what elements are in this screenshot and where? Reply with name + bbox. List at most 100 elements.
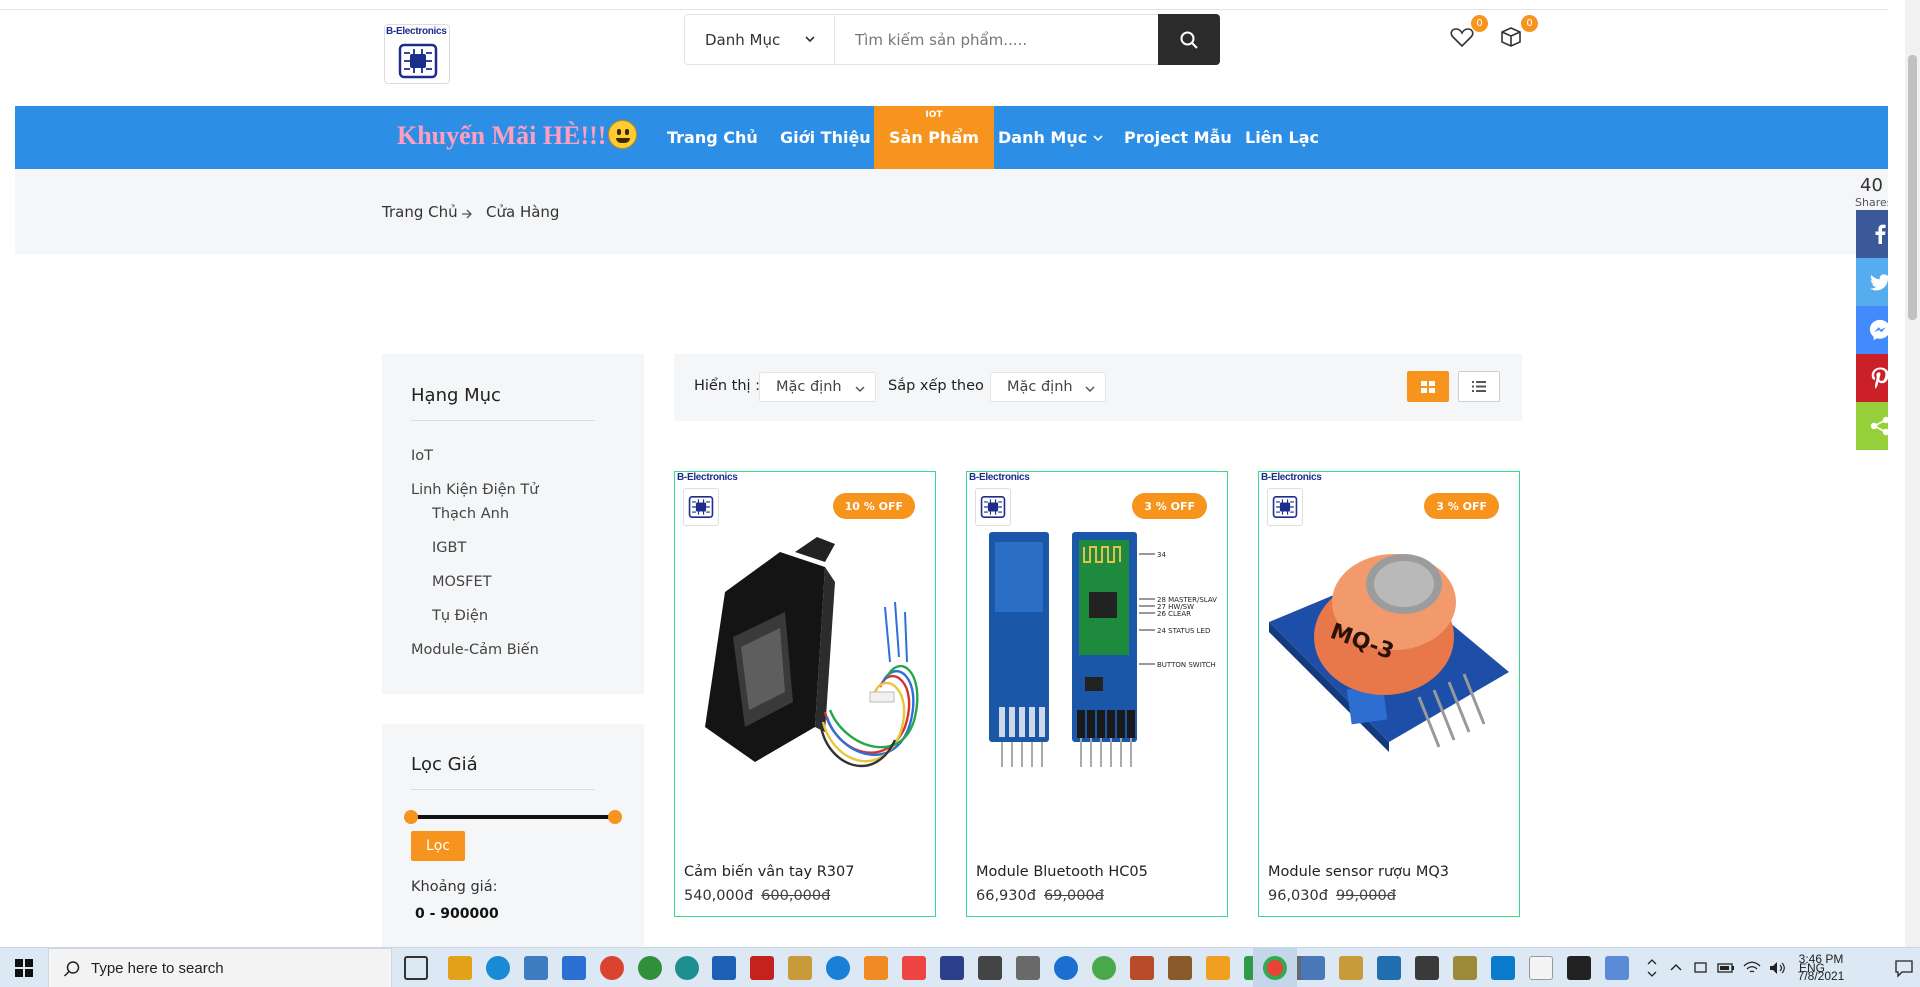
product-card[interactable]: B-Electronics 3 % OFF MQ-3 Module sensor…: [1258, 471, 1520, 917]
category-item-crystal[interactable]: Thạch Anh: [432, 506, 509, 522]
category-item-igbt[interactable]: IGBT: [432, 540, 466, 556]
wifi-icon[interactable]: [1743, 961, 1761, 975]
category-item-iot[interactable]: IoT: [411, 448, 433, 464]
search-icon: [1180, 31, 1198, 49]
app-icon[interactable]: [864, 956, 888, 980]
show-select[interactable]: Mặc định: [759, 372, 876, 402]
volume-icon[interactable]: [1769, 961, 1787, 975]
current-price: 66,930đ: [976, 888, 1036, 904]
app-icon[interactable]: [1168, 956, 1192, 980]
app-icon[interactable]: [940, 956, 964, 980]
price-slider-min-handle[interactable]: [404, 810, 418, 824]
app-icon[interactable]: [1567, 956, 1591, 980]
store-icon[interactable]: [524, 956, 548, 980]
product-name[interactable]: Cảm biến vân tay R307: [684, 864, 854, 880]
app-icon[interactable]: [1377, 956, 1401, 980]
category-item-mosfet[interactable]: MOSFET: [432, 574, 492, 590]
nav-item-about[interactable]: Giới Thiệu: [780, 106, 871, 169]
file-explorer-icon[interactable]: [448, 956, 472, 980]
product-name[interactable]: Module sensor rượu MQ3: [1268, 864, 1449, 880]
teamviewer-icon[interactable]: [1054, 956, 1078, 980]
mq3-sensor-image: MQ-3: [1269, 554, 1509, 752]
app-icon[interactable]: [1339, 956, 1363, 980]
breadcrumb-home[interactable]: Trang Chủ: [382, 203, 458, 221]
promo-text: Khuyến Mãi HÈ!!!: [397, 121, 607, 150]
grid-view-button[interactable]: [1407, 371, 1449, 402]
messenger-share-button[interactable]: [1856, 306, 1888, 354]
codeblocks-icon[interactable]: [826, 956, 850, 980]
search-button[interactable]: [1158, 14, 1220, 65]
search-category-select[interactable]: Danh Mục: [685, 15, 835, 64]
app-icon[interactable]: [1092, 956, 1116, 980]
current-price: 540,000đ: [684, 888, 754, 904]
product-name[interactable]: Module Bluetooth HC05: [976, 864, 1148, 880]
chevron-up-icon[interactable]: [1669, 961, 1683, 975]
list-view-button[interactable]: [1458, 371, 1500, 402]
site-logo[interactable]: B-Electronics: [384, 24, 450, 84]
chevron-down-icon: [855, 386, 865, 393]
price-range-label: Khoảng giá:: [411, 879, 498, 895]
app-icon[interactable]: [638, 956, 662, 980]
twitter-share-button[interactable]: [1856, 258, 1888, 306]
category-item-electronics[interactable]: Linh Kiện Điện Tử: [411, 482, 538, 498]
heart-icon: [1450, 28, 1474, 48]
app-icon[interactable]: [1130, 956, 1154, 980]
mail-icon[interactable]: [562, 956, 586, 980]
page-scrollbar[interactable]: [1905, 0, 1920, 947]
edge-icon[interactable]: [486, 956, 510, 980]
sketchup-icon[interactable]: [600, 956, 624, 980]
taskbar-clock[interactable]: 3:46 PM 7/8/2021: [1790, 951, 1852, 985]
app-icon[interactable]: [788, 956, 812, 980]
cart-button[interactable]: 0: [1500, 15, 1538, 54]
nav-item-categories[interactable]: Danh Mục: [998, 106, 1104, 169]
chrome-icon[interactable]: [1263, 956, 1287, 980]
pickit-icon[interactable]: [978, 956, 1002, 980]
sort-select[interactable]: Mặc định: [990, 372, 1106, 402]
notification-icon[interactable]: [1894, 958, 1914, 978]
app-icon[interactable]: [902, 956, 926, 980]
nav-item-label: Trang Chủ: [667, 128, 758, 147]
notepad-icon[interactable]: [1529, 956, 1553, 980]
product-card[interactable]: B-Electronics 3 % OFF 34 28 MASTER/SLAVE…: [966, 471, 1228, 917]
product-price: 96,030đ 99,000đ: [1268, 888, 1396, 904]
app-icon[interactable]: [1206, 956, 1230, 980]
devc-icon[interactable]: [712, 956, 736, 980]
price-slider-max-handle[interactable]: [608, 810, 622, 824]
app-icon[interactable]: [1453, 956, 1477, 980]
board-label: 26 CLEAR: [1157, 610, 1191, 618]
search-input[interactable]: [835, 15, 1158, 64]
app-icon[interactable]: [1605, 956, 1629, 980]
tray-app-icon[interactable]: [1693, 961, 1709, 975]
show-label: Hiển thị :: [694, 378, 761, 394]
wishlist-button[interactable]: 0: [1450, 15, 1488, 54]
battery-icon[interactable]: [1717, 962, 1735, 974]
web-page: B-Electronics Danh Mục 0 0 Khuyến Mãi HÈ…: [0, 0, 1888, 947]
taskbar-search-box[interactable]: Type here to search: [48, 948, 392, 987]
promo-banner[interactable]: Khuyến Mãi HÈ!!!: [397, 120, 638, 151]
nav-item-home[interactable]: Trang Chủ: [667, 106, 758, 169]
facebook-share-button[interactable]: [1856, 210, 1888, 258]
nav-item-products[interactable]: IOT Sản Phẩm: [874, 106, 994, 169]
pinterest-share-button[interactable]: [1856, 354, 1888, 402]
vscode-icon[interactable]: [1491, 956, 1515, 980]
app-icon[interactable]: [1016, 956, 1040, 980]
price-slider-track[interactable]: [411, 815, 615, 819]
product-card[interactable]: B-Electronics 10 % OFF Cảm biến vân tay …: [674, 471, 936, 917]
start-button[interactable]: [0, 948, 48, 987]
pinterest-icon: [1871, 367, 1888, 389]
app-icon[interactable]: [1415, 956, 1439, 980]
category-item-capacitor[interactable]: Tụ Điện: [432, 608, 488, 624]
tray-scroll-icon[interactable]: [1645, 948, 1659, 987]
chip-logo-icon: [398, 43, 438, 79]
nav-item-projects[interactable]: Project Mẫu: [1124, 106, 1232, 169]
scrollbar-thumb[interactable]: [1908, 55, 1917, 320]
app-icon[interactable]: [1301, 956, 1325, 980]
category-item-sensor-module[interactable]: Module-Cảm Biến: [411, 642, 539, 658]
share-button[interactable]: [1856, 402, 1888, 450]
app-icon[interactable]: [675, 956, 699, 980]
filter-button[interactable]: Lọc: [411, 831, 465, 861]
price-filter-title: Lọc Giá: [411, 754, 478, 775]
acrobat-icon[interactable]: [750, 956, 774, 980]
nav-item-contact[interactable]: Liên Lạc: [1245, 106, 1319, 169]
task-view-icon[interactable]: [404, 956, 428, 980]
